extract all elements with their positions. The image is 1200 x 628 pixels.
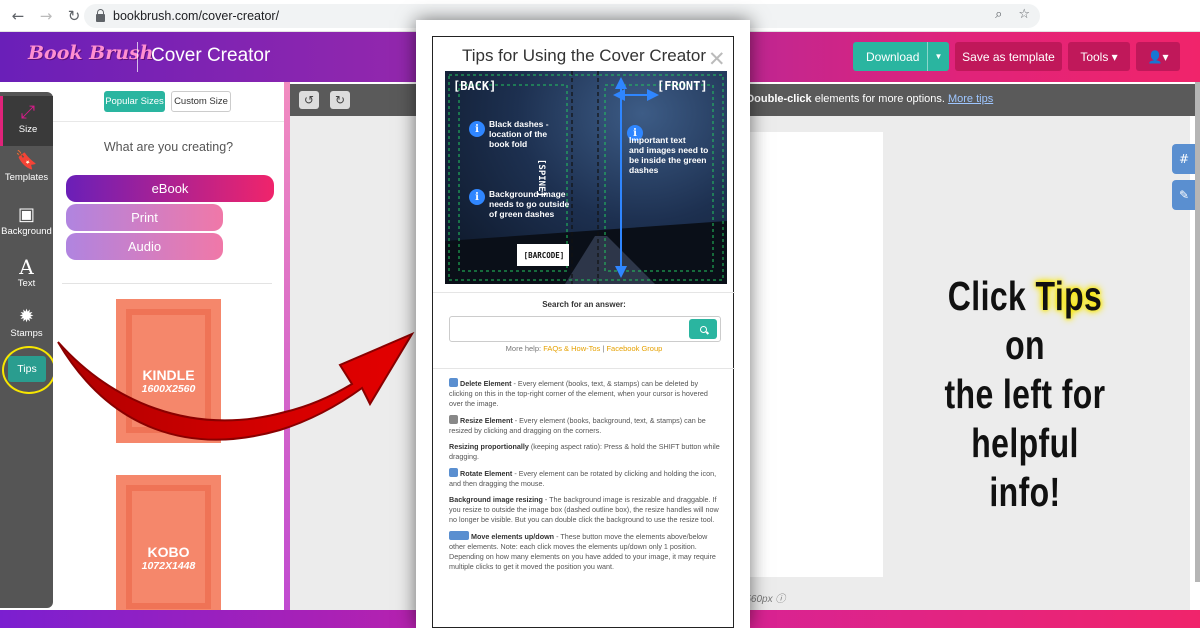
list-item: Background image resizing - The backgrou…: [449, 495, 723, 525]
divider: [62, 283, 272, 284]
download-button[interactable]: Download ▼: [853, 42, 949, 71]
callout-text: Click Tips on the left for helpful info!: [931, 272, 1118, 517]
app-title: Cover Creator: [151, 45, 271, 66]
tip-title: Delete Element: [460, 379, 512, 388]
search-input[interactable]: [449, 316, 721, 342]
redo-button[interactable]: ↻: [330, 91, 350, 109]
cover-layout-diagram: i i i [BACK] [FRONT] [SPINE] [BARCODE] B…: [445, 71, 727, 284]
search-button[interactable]: [689, 319, 717, 339]
undo-button[interactable]: ↺: [299, 91, 319, 109]
move-up-down-icon: [449, 531, 469, 540]
note-dashes: Black dashes - location of the book fold: [489, 119, 549, 149]
back-icon[interactable]: ←: [4, 7, 32, 25]
sidebar-item-background[interactable]: ▣ Background: [0, 204, 53, 250]
close-icon[interactable]: ✕: [708, 47, 726, 71]
tip-list: Delete Element - Every element (books, t…: [449, 378, 723, 578]
tools-menu-button[interactable]: Tools ▾: [1068, 42, 1130, 71]
canvas-hint: n. Double-click elements for more option…: [734, 93, 993, 105]
forward-icon[interactable]: →: [32, 7, 60, 25]
option-print-button[interactable]: Print: [66, 204, 223, 231]
logo[interactable]: Book Brush: [28, 42, 154, 64]
faq-link[interactable]: FAQs & How-Tos: [543, 344, 600, 353]
list-item: Resizing proportionally (keeping aspect …: [449, 442, 723, 462]
more-help-prefix: More help:: [505, 344, 544, 353]
list-item: Delete Element - Every element (books, t…: [449, 378, 723, 409]
chevron-down-icon[interactable]: ▼: [927, 42, 949, 71]
barcode-label: [BARCODE]: [523, 251, 565, 260]
back-label: [BACK]: [453, 79, 497, 93]
tip-title: Resizing proportionally: [449, 442, 529, 451]
tip-title: Background image resizing: [449, 495, 543, 504]
sidebar-item-text[interactable]: A Text: [0, 256, 53, 302]
sidebar-item-templates[interactable]: 🔖 Templates: [0, 150, 53, 196]
image-icon: ▣: [17, 204, 35, 225]
preview-toggle-button[interactable]: ✎: [1172, 180, 1196, 210]
callout-line1-pre: Click: [947, 273, 1036, 319]
note-background: Background image needs to go outside of …: [489, 189, 570, 219]
size-tabs: Popular Sizes Custom Size: [53, 82, 284, 122]
zoom-icon[interactable]: ⌕: [995, 7, 1002, 22]
modal-title: Tips for Using the Cover Creator: [461, 46, 707, 65]
text-icon: A: [19, 255, 34, 279]
tip-title: Resize Element: [460, 416, 513, 425]
callout-line2: the left for: [944, 371, 1106, 417]
search-label: Search for an answer:: [542, 300, 626, 309]
sidebar-item-label: Templates: [4, 172, 49, 183]
tips-modal: Tips for Using the Cover Creator ✕ i i i…: [432, 36, 735, 628]
callout-highlight: Tips: [1035, 273, 1103, 319]
header-divider: [137, 42, 138, 72]
callout-line3: helpful info!: [971, 420, 1079, 515]
divider: [433, 292, 735, 293]
red-arrow-icon: [57, 331, 415, 441]
tab-popular-sizes[interactable]: Popular Sizes: [104, 91, 165, 112]
list-item: Move elements up/down - These button mov…: [449, 531, 723, 572]
hint-rest: elements for more options.: [811, 93, 948, 105]
sidebar-item-label: Background: [1, 226, 52, 237]
resize-arrow-icon: ⤢: [20, 102, 36, 123]
bookmark-icon: 🔖: [15, 150, 38, 171]
list-item: Resize Element - Every element (books, b…: [449, 415, 723, 436]
url-text: bookbrush.com/cover-creator/: [113, 9, 280, 23]
size-card-name: KOBO: [147, 544, 190, 560]
more-tips-link[interactable]: More tips: [948, 93, 993, 105]
trash-icon: [449, 378, 458, 387]
page-scrollbar[interactable]: [1195, 82, 1200, 582]
sidebar-item-size[interactable]: ⤢ Size: [0, 96, 53, 146]
divider: [433, 368, 735, 369]
sidebar-item-label: Size: [18, 124, 38, 135]
rotate-icon: [449, 468, 458, 477]
hint-bold: Double-click: [746, 93, 812, 105]
option-audio-button[interactable]: Audio: [66, 233, 223, 260]
note-important-text: Important text and images need to be ins…: [629, 135, 709, 175]
callout-line1-post: on: [1005, 322, 1045, 368]
size-card-kobo[interactable]: KOBO 1072X1448: [116, 475, 221, 619]
lock-icon: [96, 8, 105, 22]
search-icon: [699, 325, 707, 333]
facebook-group-link[interactable]: Facebook Group: [606, 344, 662, 353]
sidebar-item-label: Text: [17, 278, 36, 289]
size-card-dimensions: 1072X1448: [141, 560, 196, 572]
sidebar-item-label: Stamps: [10, 328, 43, 339]
front-label: [FRONT]: [657, 79, 708, 93]
screenshot-root: ← → ↻ bookbrush.com/cover-creator/ ⌕ ☆ B…: [0, 0, 1200, 628]
more-help: More help: FAQs & How-Tos | Facebook Gro…: [433, 344, 735, 353]
save-as-template-button[interactable]: Save as template: [955, 42, 1062, 71]
svg-text:i: i: [475, 124, 479, 135]
user-menu-button[interactable]: 👤▾: [1136, 42, 1180, 71]
tip-title: Move elements up/down: [471, 532, 555, 541]
bookmark-star-icon[interactable]: ☆: [1018, 7, 1030, 22]
grid-toggle-button[interactable]: #: [1172, 144, 1196, 174]
list-item: Rotate Element - Every element can be ro…: [449, 468, 723, 489]
svg-text:i: i: [475, 192, 479, 203]
option-ebook-button[interactable]: eBook: [66, 175, 274, 202]
resize-icon: [449, 415, 458, 424]
tip-title: Rotate Element: [460, 469, 513, 478]
download-label: Download: [866, 49, 920, 64]
size-question: What are you creating?: [103, 140, 234, 154]
tab-custom-size[interactable]: Custom Size: [171, 91, 231, 112]
